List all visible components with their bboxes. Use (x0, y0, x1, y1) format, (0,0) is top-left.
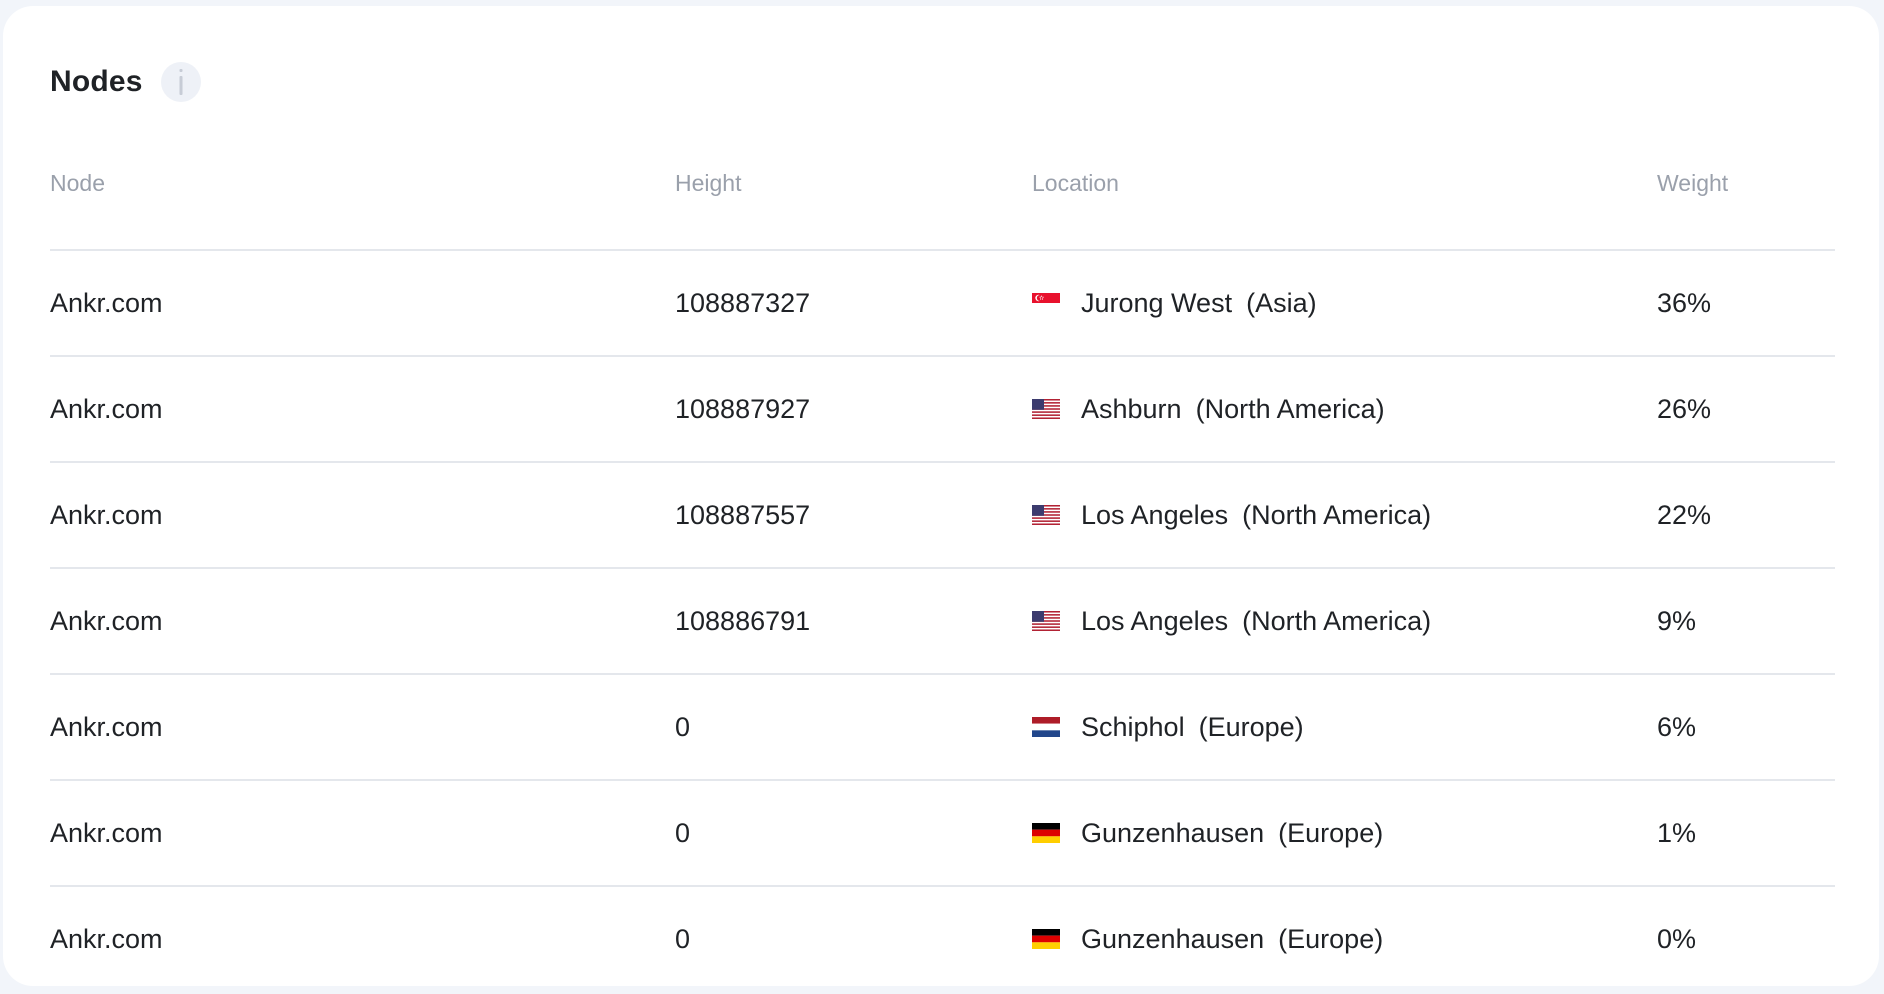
location-cell: Gunzenhausen (Europe) (1032, 886, 1657, 991)
table-header-row: Node Height Location Weight (50, 156, 1835, 251)
location-region: (Europe) (1198, 711, 1304, 742)
germany-flag-icon (1032, 823, 1060, 843)
weight-cell: 26% (1657, 356, 1835, 463)
node-cell: Ankr.com (50, 780, 675, 887)
height-cell: 0 (675, 780, 1032, 887)
column-header-height[interactable]: Height (675, 156, 1032, 251)
location-region: (North America) (1242, 499, 1432, 530)
location-city: Ashburn (1081, 393, 1182, 424)
location-city: Jurong West (1081, 287, 1233, 318)
location-region: (Europe) (1278, 923, 1384, 954)
location-cell: Gunzenhausen (Europe) (1032, 780, 1657, 887)
location-cell: Schiphol (Europe) (1032, 674, 1657, 781)
card-title: Nodes (50, 65, 143, 98)
table-row[interactable]: Ankr.com 108887327 Jurong West (Asia) 36… (50, 250, 1835, 357)
weight-cell: 6% (1657, 674, 1835, 781)
location-region: (Europe) (1278, 817, 1384, 848)
singapore-flag-icon (1032, 293, 1060, 313)
location-cell: Jurong West (Asia) (1032, 250, 1657, 357)
usa-flag-icon (1032, 505, 1060, 525)
usa-flag-icon (1032, 399, 1060, 419)
height-cell: 0 (675, 674, 1032, 781)
node-cell: Ankr.com (50, 356, 675, 463)
location-region: (Asia) (1246, 287, 1317, 318)
nodes-table: Node Height Location Weight Ankr.com 108… (50, 156, 1835, 991)
nodes-card: Nodes Node Height Location Weight Ankr.c… (3, 6, 1879, 986)
column-header-node[interactable]: Node (50, 156, 675, 251)
location-city: Gunzenhausen (1081, 923, 1265, 954)
weight-cell: 36% (1657, 250, 1835, 357)
table-row[interactable]: Ankr.com 108887927 Ashburn (North Americ… (50, 356, 1835, 463)
node-cell: Ankr.com (50, 250, 675, 357)
height-cell: 108887557 (675, 462, 1032, 569)
location-region: (North America) (1242, 605, 1432, 636)
germany-flag-icon (1032, 929, 1060, 949)
netherlands-flag-icon (1032, 717, 1060, 737)
location-cell: Los Angeles (North America) (1032, 462, 1657, 569)
table-row[interactable]: Ankr.com 0 Gunzenhausen (Europe) (50, 886, 1835, 991)
location-city: Schiphol (1081, 711, 1185, 742)
table-row[interactable]: Ankr.com 108886791 Los Angeles (North Am… (50, 568, 1835, 675)
weight-cell: 22% (1657, 462, 1835, 569)
location-city: Los Angeles (1081, 605, 1229, 636)
weight-cell: 9% (1657, 568, 1835, 675)
node-cell: Ankr.com (50, 568, 675, 675)
node-cell: Ankr.com (50, 923, 163, 954)
info-icon[interactable] (160, 62, 201, 102)
weight-cell: 0% (1657, 923, 1697, 954)
table-row[interactable]: Ankr.com 0 Gunzenhausen (Europe) (50, 780, 1835, 887)
table-row[interactable]: Ankr.com 0 Schiphol (Europe) 6% (50, 674, 1835, 781)
column-header-weight[interactable]: Weight (1657, 156, 1835, 251)
location-city: Gunzenhausen (1081, 817, 1265, 848)
node-cell: Ankr.com (50, 674, 675, 781)
height-cell: 108887327 (675, 250, 1032, 357)
location-region: (North America) (1195, 393, 1385, 424)
usa-flag-icon (1032, 611, 1060, 631)
height-cell: 108887927 (675, 356, 1032, 463)
node-cell: Ankr.com (50, 462, 675, 569)
weight-cell: 1% (1657, 780, 1835, 887)
column-header-location[interactable]: Location (1032, 156, 1657, 251)
location-cell: Ashburn (North America) (1032, 356, 1657, 463)
table-row[interactable]: Ankr.com 108887557 Los Angeles (North Am… (50, 462, 1835, 569)
height-cell: 0 (675, 923, 691, 954)
location-cell: Los Angeles (North America) (1032, 568, 1657, 675)
height-cell: 108886791 (675, 568, 1032, 675)
card-header: Nodes (50, 58, 201, 106)
location-city: Los Angeles (1081, 499, 1229, 530)
